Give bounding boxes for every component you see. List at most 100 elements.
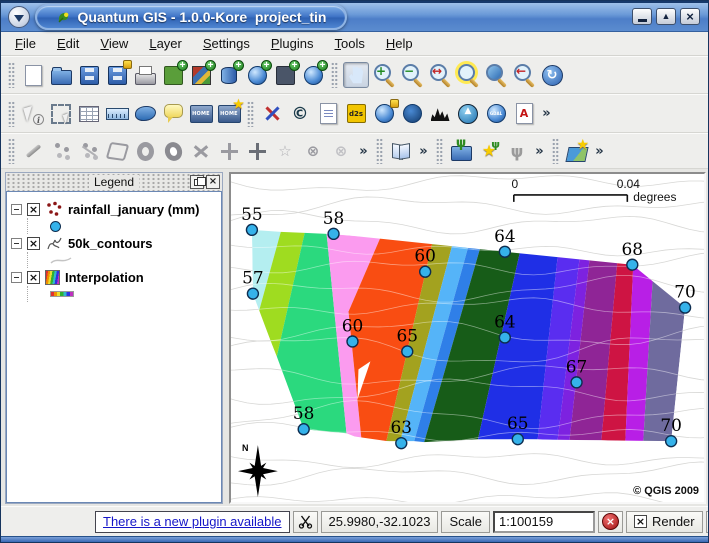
measure-area-icon[interactable] [132,101,158,127]
save-project-icon[interactable] [76,62,102,88]
help-overflow-icon[interactable]: » [416,138,431,164]
rain-point[interactable] [298,424,309,435]
toolbar-handle[interactable] [8,62,15,88]
quick-print-icon[interactable]: A [511,101,537,127]
window-menu-button[interactable] [8,6,30,28]
menu-help[interactable]: Help [378,33,421,54]
minimize-button[interactable] [632,8,652,25]
georeferencer-icon[interactable] [371,101,397,127]
extents-toggle-button[interactable] [293,511,318,533]
maximize-button[interactable]: ▲ [656,8,676,25]
help-contents-icon[interactable] [388,138,414,164]
add-raster-layer-icon[interactable]: + [188,62,214,88]
capture-point-icon[interactable] [48,138,74,164]
layer-visibility-checkbox[interactable]: × [27,237,40,250]
menu-plugins[interactable]: Plugins [263,33,322,54]
open-project-icon[interactable] [48,62,74,88]
add-gps-layer-icon[interactable]: + [272,62,298,88]
rain-point[interactable] [246,224,257,235]
gdal-tools-icon[interactable]: GDAL [483,101,509,127]
identify-features-icon[interactable]: i [20,101,46,127]
grass-new-mapset-icon[interactable] [476,138,502,164]
add-delimited-text-icon[interactable] [315,101,341,127]
layer-label[interactable]: rainfall_january (mm) [68,202,200,217]
collapse-icon[interactable] [11,272,22,283]
new-project-icon[interactable] [20,62,46,88]
pan-map-icon[interactable] [343,62,369,88]
copyright-label-icon[interactable]: © [287,101,313,127]
capture-line-icon[interactable] [76,138,102,164]
rain-point[interactable] [680,302,691,313]
grass-tools-icon[interactable] [564,138,590,164]
add-ring-icon[interactable] [132,138,158,164]
stop-render-button[interactable]: × [598,511,623,533]
new-bookmark-icon[interactable]: HOME★ [216,101,242,127]
plugin-notice-link[interactable]: There is a new plugin available [95,511,290,533]
menu-file[interactable]: File [7,33,44,54]
rain-point[interactable] [420,266,431,277]
scale-input[interactable] [493,511,595,533]
move-vertex-icon[interactable] [244,138,270,164]
legend-layer-interpolation[interactable]: × Interpolation [11,268,221,286]
crs-status-button[interactable]: × [706,511,709,533]
menu-settings[interactable]: Settings [195,33,258,54]
render-toggle[interactable]: × Render [626,511,703,533]
select-features-icon[interactable] [48,101,74,127]
toolbar-handle[interactable] [8,138,15,164]
grass-close-mapset-icon[interactable] [504,138,530,164]
simplify-feature-icon[interactable]: ☆ [272,138,298,164]
rain-point[interactable] [627,259,638,270]
layer-label[interactable]: 50k_contours [68,236,153,251]
rain-point[interactable] [247,288,258,299]
toggle-editing-icon[interactable] [20,138,46,164]
zoom-to-layer-icon[interactable] [483,62,509,88]
measure-line-icon[interactable] [104,101,130,127]
add-wms-layer-icon[interactable]: + [244,62,270,88]
menu-view[interactable]: View [92,33,136,54]
rain-point[interactable] [328,228,339,239]
render-checkbox[interactable]: × [634,515,647,528]
zoom-out-icon[interactable]: − [399,62,425,88]
rain-point[interactable] [347,336,358,347]
delete-part-icon[interactable]: ⊗ [328,138,354,164]
collapse-icon[interactable] [11,238,22,249]
rain-point[interactable] [499,246,510,257]
layer-visibility-checkbox[interactable]: × [27,203,40,216]
legend-layer-contours[interactable]: × 50k_contours [11,234,221,252]
print-composer-icon[interactable] [132,62,158,88]
save-project-as-icon[interactable] [104,62,130,88]
dxf2shape-icon[interactable]: d2s [343,101,369,127]
split-features-icon[interactable] [188,138,214,164]
grass-overflow-icon[interactable]: » [532,138,547,164]
add-postgis-layer-icon[interactable]: + [216,62,242,88]
zoom-full-extent-icon[interactable]: ↔ [427,62,453,88]
close-button[interactable]: × [680,8,700,25]
zoom-last-icon[interactable]: ← [511,62,537,88]
refresh-map-icon[interactable]: ↻ [539,62,565,88]
add-island-icon[interactable] [160,138,186,164]
add-vector-layer-icon[interactable]: + [160,62,186,88]
rain-point[interactable] [571,377,582,388]
menu-tools[interactable]: Tools [326,33,372,54]
layer-label[interactable]: Interpolation [65,270,144,285]
rain-point[interactable] [666,436,677,447]
projections-icon[interactable] [399,101,425,127]
map-tips-icon[interactable] [160,101,186,127]
plugins-overflow-icon[interactable]: » [539,101,554,127]
layer-visibility-checkbox[interactable]: × [27,271,40,284]
capture-polygon-icon[interactable] [104,138,130,164]
toolbar-handle[interactable] [8,101,15,127]
digitize-overflow-icon[interactable]: » [356,138,371,164]
menu-edit[interactable]: Edit [49,33,87,54]
rain-point[interactable] [396,438,407,449]
zoom-in-icon[interactable]: + [371,62,397,88]
open-attribute-table-icon[interactable] [76,101,102,127]
rain-point[interactable] [402,346,413,357]
raster-histogram-icon[interactable] [427,101,453,127]
move-feature-icon[interactable] [216,138,242,164]
legend-panel-titlebar[interactable]: Legend × [6,173,222,191]
rain-point[interactable] [499,332,510,343]
grass-open-mapset-icon[interactable] [448,138,474,164]
tools-overflow-icon[interactable]: » [592,138,607,164]
legend-float-button[interactable] [190,175,204,189]
